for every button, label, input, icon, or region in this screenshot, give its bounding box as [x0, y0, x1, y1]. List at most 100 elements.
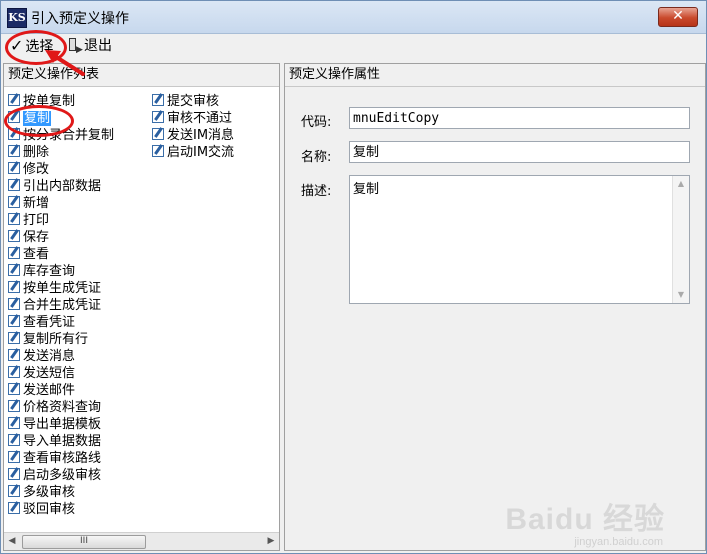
list-item[interactable]: 修改 — [8, 161, 114, 178]
horizontal-scrollbar[interactable]: ◀ III ▶ — [4, 532, 279, 550]
edit-document-icon — [8, 366, 20, 378]
annotation-arrow-icon — [45, 50, 85, 76]
code-field[interactable]: mnuEditCopy — [349, 107, 690, 129]
list-item[interactable]: 驳回审核 — [8, 501, 114, 518]
list-item[interactable]: 启动多级审核 — [8, 467, 114, 484]
edit-document-icon — [152, 111, 164, 123]
list-item[interactable]: 复制所有行 — [8, 331, 114, 348]
edit-document-icon — [8, 485, 20, 497]
baidu-watermark: Baidu 经验 — [505, 503, 665, 536]
list-item[interactable]: 查看审核路线 — [8, 450, 114, 467]
edit-document-icon — [152, 94, 164, 106]
edit-document-icon — [152, 128, 164, 140]
list-item[interactable]: 打印 — [8, 212, 114, 229]
edit-document-icon — [8, 213, 20, 225]
description-text: 复制 — [353, 182, 380, 197]
close-button[interactable]: ✕ — [658, 7, 698, 27]
list-item-label: 打印 — [23, 213, 50, 228]
edit-document-icon — [8, 94, 20, 106]
edit-document-icon — [8, 298, 20, 310]
list-item[interactable]: 提交审核 — [152, 93, 234, 110]
list-item-label: 查看 — [23, 247, 50, 262]
operations-list[interactable]: 按单复制 复制 按分录合并复制 删除 修改 引出内部数据 新增 打印 保存 查看 库存查询 按单生成凭… — [4, 93, 279, 530]
edit-document-icon — [8, 383, 20, 395]
list-item[interactable]: 库存查询 — [8, 263, 114, 280]
list-item-label: 新增 — [23, 196, 50, 211]
edit-document-icon — [8, 315, 20, 327]
name-label: 名称: — [301, 150, 332, 165]
name-field[interactable]: 复制 — [349, 141, 690, 163]
list-item[interactable]: 多级审核 — [8, 484, 114, 501]
list-item-label: 引出内部数据 — [23, 179, 102, 194]
list-item[interactable]: 删除 — [8, 144, 114, 161]
edit-document-icon — [8, 179, 20, 191]
app-logo-icon: KS — [7, 8, 27, 28]
operations-column-1: 按单复制 复制 按分录合并复制 删除 修改 引出内部数据 新增 打印 保存 查看 库存查询 按单生成凭… — [8, 93, 114, 518]
list-item[interactable]: 发送邮件 — [8, 382, 114, 399]
list-item-label: 查看审核路线 — [23, 451, 102, 466]
list-item[interactable]: 审核不通过 — [152, 110, 234, 127]
scroll-left-icon[interactable]: ◀ — [4, 533, 20, 550]
operations-column-2: 提交审核 审核不通过 发送IM消息 启动IM交流 — [152, 93, 234, 161]
list-item-label: 库存查询 — [23, 264, 76, 279]
edit-document-icon — [8, 247, 20, 259]
list-item-label: 多级审核 — [23, 485, 76, 500]
edit-document-icon — [8, 281, 20, 293]
list-item-label: 保存 — [23, 230, 50, 245]
list-item-label: 复制所有行 — [23, 332, 89, 347]
list-item[interactable]: 发送IM消息 — [152, 127, 234, 144]
list-item[interactable]: 发送消息 — [8, 348, 114, 365]
list-item-label: 发送短信 — [23, 366, 76, 381]
scroll-down-icon[interactable]: ▼ — [673, 287, 689, 303]
edit-document-icon — [8, 332, 20, 344]
toolbar: ✓ 选择 ▶ 退出 — [2, 34, 705, 58]
edit-document-icon — [8, 417, 20, 429]
edit-document-icon — [8, 400, 20, 412]
edit-document-icon — [8, 468, 20, 480]
list-item-label: 导入单据数据 — [23, 434, 102, 449]
edit-document-icon — [8, 264, 20, 276]
list-item-label: 启动多级审核 — [23, 468, 102, 483]
title-bar[interactable]: KS 引入预定义操作 ✕ — [1, 1, 706, 34]
edit-document-icon — [8, 230, 20, 242]
properties-header: 预定义操作属性 — [285, 64, 705, 87]
description-scrollbar[interactable]: ▲ ▼ — [672, 176, 689, 303]
list-item[interactable]: 查看凭证 — [8, 314, 114, 331]
list-item[interactable]: 按单生成凭证 — [8, 280, 114, 297]
edit-document-icon — [8, 162, 20, 174]
list-item[interactable]: 新增 — [8, 195, 114, 212]
description-textarea[interactable]: 复制 ▲ ▼ — [349, 175, 690, 304]
list-item-label: 查看凭证 — [23, 315, 76, 330]
list-item[interactable]: 导出单据模板 — [8, 416, 114, 433]
list-item[interactable]: 保存 — [8, 229, 114, 246]
list-item[interactable]: 导入单据数据 — [8, 433, 114, 450]
scroll-up-icon[interactable]: ▲ — [673, 176, 689, 192]
edit-document-icon — [8, 451, 20, 463]
list-item-label: 合并生成凭证 — [23, 298, 102, 313]
scroll-right-icon[interactable]: ▶ — [263, 533, 279, 550]
description-label: 描述: — [301, 184, 332, 199]
list-item[interactable]: 查看 — [8, 246, 114, 263]
list-item-label: 发送消息 — [23, 349, 76, 364]
code-label: 代码: — [301, 115, 332, 130]
list-item-label: 驳回审核 — [23, 502, 76, 517]
edit-document-icon — [8, 502, 20, 514]
list-item-label: 按单生成凭证 — [23, 281, 102, 296]
list-item[interactable]: 启动IM交流 — [152, 144, 234, 161]
annotation-circle-copy — [4, 105, 74, 137]
scroll-thumb[interactable]: III — [22, 535, 146, 549]
operation-properties-panel: 预定义操作属性 代码: mnuEditCopy 名称: 复制 描述: 复制 ▲ … — [284, 63, 706, 551]
list-item[interactable]: 发送短信 — [8, 365, 114, 382]
edit-document-icon — [8, 434, 20, 446]
list-item-label: 发送邮件 — [23, 383, 76, 398]
edit-document-icon — [8, 349, 20, 361]
list-item-label: 删除 — [23, 145, 50, 160]
list-item[interactable]: 引出内部数据 — [8, 178, 114, 195]
list-item-label: 导出单据模板 — [23, 417, 102, 432]
list-item-label: 启动IM交流 — [167, 145, 235, 160]
list-item-label: 发送IM消息 — [167, 128, 235, 143]
list-item[interactable]: 合并生成凭证 — [8, 297, 114, 314]
list-item[interactable]: 价格资料查询 — [8, 399, 114, 416]
list-item-label: 价格资料查询 — [23, 400, 102, 415]
dialog-window: KS 引入预定义操作 ✕ ✓ 选择 ▶ 退出 预定义操作列表 按单复制 复制 按分录合并… — [0, 0, 707, 554]
